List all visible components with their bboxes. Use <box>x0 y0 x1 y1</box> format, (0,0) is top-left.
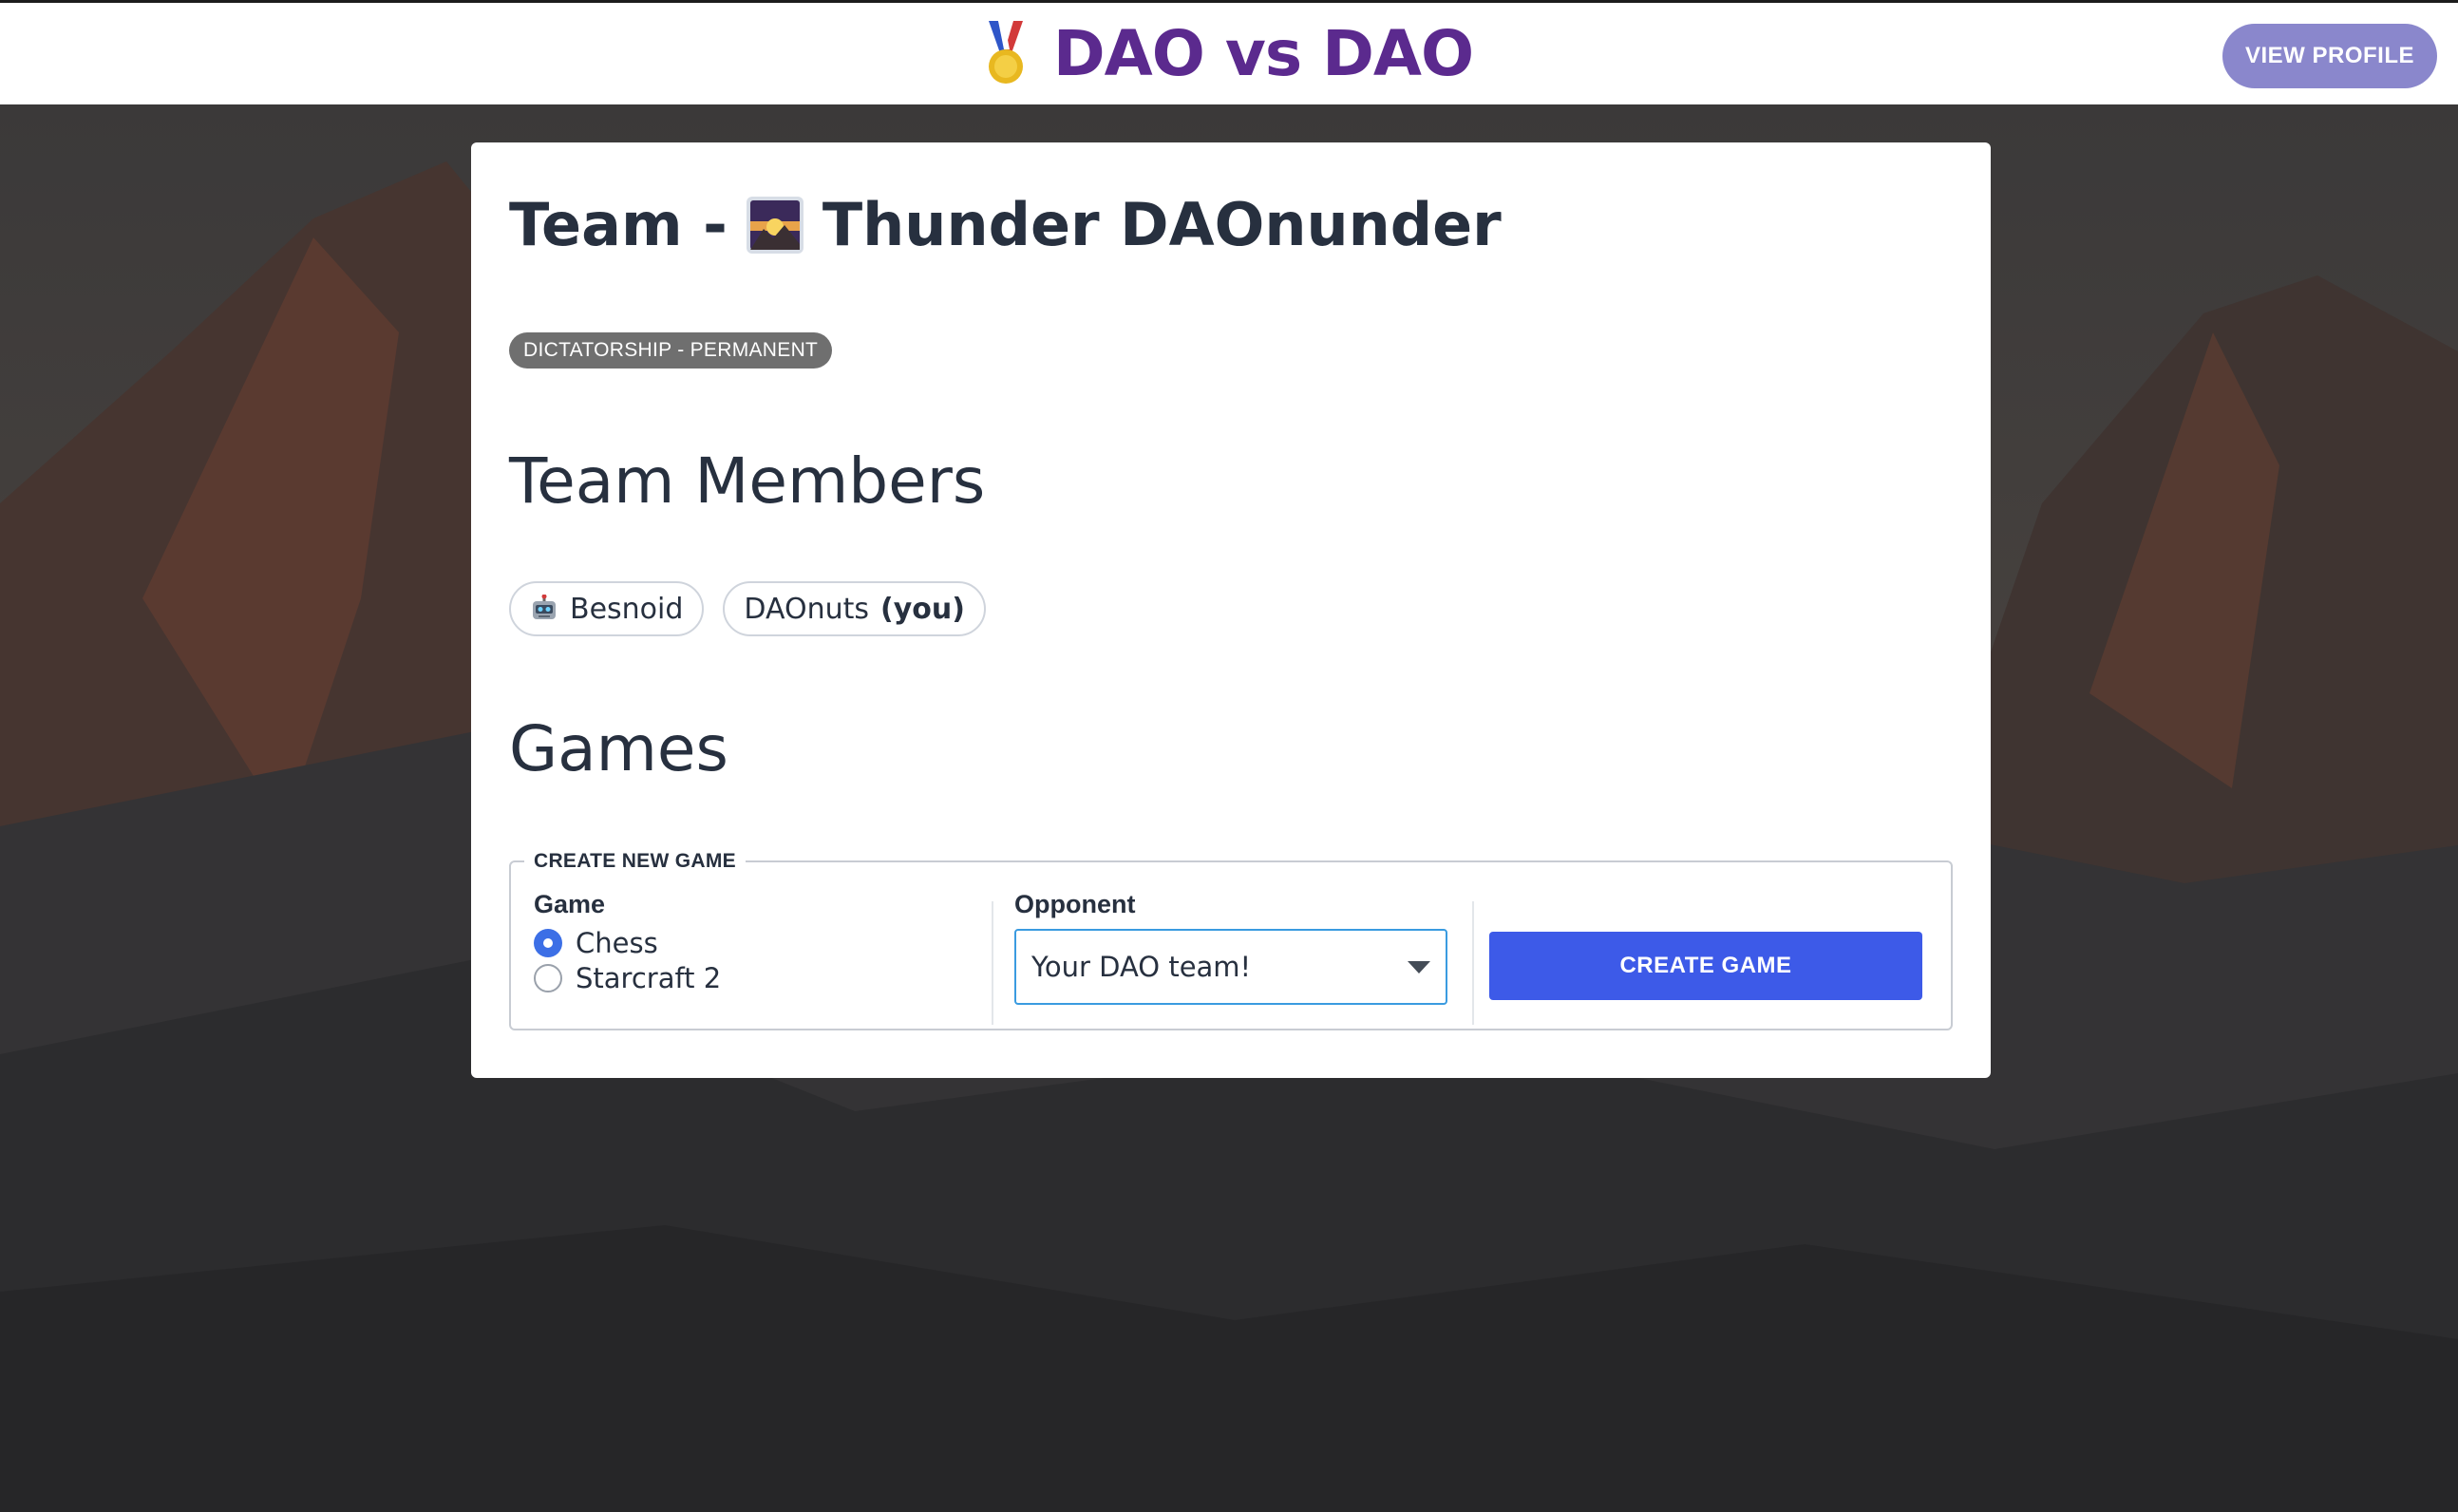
medal-icon <box>988 20 1023 84</box>
top-navbar: DAO vs DAO VIEW PROFILE <box>0 0 2458 104</box>
you-indicator: (you) <box>880 592 965 626</box>
view-profile-button[interactable]: VIEW PROFILE <box>2222 24 2437 88</box>
games-heading: Games <box>509 712 728 785</box>
opponent-label: Opponent <box>1014 890 1136 918</box>
opponent-selected-value: Your DAO team! <box>1031 951 1252 983</box>
robot-icon <box>533 595 556 619</box>
opponent-selector: Opponent Your DAO team! <box>1014 890 1447 1005</box>
chevron-down-icon <box>1408 960 1430 973</box>
member-name: DAOnuts <box>744 592 870 626</box>
game-selector: Game Chess Starcraft 2 <box>534 890 721 995</box>
radio-unchecked[interactable] <box>534 963 562 992</box>
create-game-form: CREATE NEW GAME Game Chess Starcraft 2 O… <box>509 850 1953 1030</box>
game-option-label: Chess <box>576 926 658 959</box>
game-label: Game <box>534 890 606 918</box>
column-divider <box>992 901 993 1025</box>
team-members-heading: Team Members <box>509 444 986 518</box>
governance-badge: DICTATORSHIP - PERMANENT <box>509 332 833 369</box>
create-game-legend: CREATE NEW GAME <box>534 850 736 872</box>
team-title-prefix: Team - <box>509 190 728 259</box>
page-title: Team - Thunder DAOnunder <box>509 190 1502 259</box>
game-option-starcraft[interactable]: Starcraft 2 <box>534 960 721 995</box>
member-chip[interactable]: Besnoid <box>509 581 705 636</box>
create-game-button[interactable]: CREATE GAME <box>1489 932 1922 1000</box>
opponent-select[interactable]: Your DAO team! <box>1014 929 1447 1005</box>
team-name: Thunder DAOnunder <box>822 190 1502 259</box>
column-divider <box>1472 901 1474 1025</box>
member-name: Besnoid <box>570 592 684 626</box>
sunrise-over-mountains-icon <box>746 196 804 254</box>
game-option-chess[interactable]: Chess <box>534 925 721 960</box>
game-option-label: Starcraft 2 <box>576 961 722 994</box>
members-list: Besnoid DAOnuts (you) <box>509 581 986 636</box>
app-title: DAO vs DAO <box>1052 17 1474 90</box>
brand[interactable]: DAO vs DAO <box>985 17 1474 90</box>
radio-checked[interactable] <box>534 928 562 957</box>
team-card: Team - Thunder DAOnunder DICTATORSHIP - … <box>471 142 1991 1078</box>
member-chip-self[interactable]: DAOnuts (you) <box>723 581 986 636</box>
